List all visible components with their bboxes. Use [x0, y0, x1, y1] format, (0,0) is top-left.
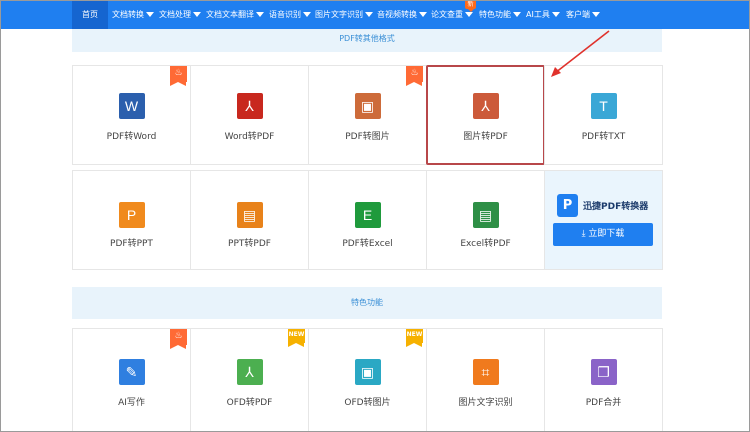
merge-icon: ❐	[590, 359, 617, 385]
nav-item-translate[interactable]: 文档文本翻译	[206, 1, 264, 29]
tool-label: PDF转TXT	[581, 132, 626, 142]
tool-label: 图片文字识别	[458, 398, 513, 408]
nav-item-label: AI工具	[526, 10, 550, 19]
ofd-pdf-icon: ⅄	[236, 359, 263, 385]
section-title: PDF转其他格式	[339, 34, 395, 43]
chevron-down-icon	[193, 12, 201, 17]
tool-label: PDF转Excel	[342, 239, 393, 249]
chevron-down-icon	[256, 12, 264, 17]
nav-item-label: 特色功能	[479, 10, 511, 19]
promo-brand: 迅捷PDF转换器	[583, 202, 649, 212]
nav-item-label: 客户端	[566, 10, 590, 19]
tool-label: Word转PDF	[224, 132, 275, 142]
fire-icon: ♨	[406, 66, 423, 86]
nav-item-label: 论文查重	[431, 10, 463, 19]
ppt-icon: P	[118, 202, 145, 228]
tool-card-pdf-to-ppt[interactable]: P PDF转PPT	[72, 170, 191, 270]
chevron-down-icon	[592, 12, 600, 17]
txt-icon: T	[590, 93, 617, 119]
tool-card-ai-writing[interactable]: ♨ ✎ AI写作	[72, 328, 191, 431]
nav-item-label: 音视频转换	[377, 10, 417, 19]
nav-item-client[interactable]: 客户端	[566, 1, 600, 29]
tool-card-word-to-pdf[interactable]: ⅄ Word转PDF	[190, 65, 309, 165]
excel-icon: E	[354, 202, 381, 228]
download-label: 立即下载	[588, 229, 625, 239]
excel-pdf-icon: ▤	[472, 202, 499, 228]
nav-item-doc-process[interactable]: 文档处理	[159, 1, 201, 29]
tool-card-pdf-to-image[interactable]: ♨ ▣ PDF转图片	[308, 65, 427, 165]
image-icon: ▣	[354, 93, 381, 119]
tool-label: PDF转图片	[345, 132, 390, 142]
section-header-features: 特色功能	[72, 287, 662, 319]
nav-item-ai-tools[interactable]: AI工具	[526, 1, 560, 29]
new-badge: 新	[465, 1, 476, 12]
tool-label: PDF转Word	[106, 132, 157, 142]
tool-card-excel-to-pdf[interactable]: ▤ Excel转PDF	[426, 170, 545, 270]
download-button[interactable]: ⤓ 立即下载	[553, 223, 653, 246]
tool-label: 图片转PDF	[463, 132, 508, 142]
word-icon: W	[118, 93, 145, 119]
tool-card-ofd-to-pdf[interactable]: NEW ⅄ OFD转PDF	[190, 328, 309, 431]
tool-label: Excel转PDF	[460, 239, 511, 249]
chevron-down-icon	[303, 12, 311, 17]
nav-item-label: 文档转换	[112, 10, 144, 19]
tool-card-pdf-merge[interactable]: ❐ PDF合并	[544, 328, 663, 431]
nav-item-av-convert[interactable]: 音视频转换	[377, 1, 427, 29]
pdf-icon: ⅄	[236, 93, 263, 119]
tool-label: AI写作	[118, 398, 145, 408]
chevron-down-icon	[419, 12, 427, 17]
tool-card-ofd-to-image[interactable]: NEW ▣ OFD转图片	[308, 328, 427, 431]
scan-icon: ⌗	[472, 359, 499, 385]
nav-item-plagiarism[interactable]: 论文查重新	[431, 1, 476, 29]
nav-item-label: 图片文字识别	[315, 10, 363, 19]
tool-card-image-to-pdf[interactable]: ⅄ 图片转PDF	[426, 65, 545, 165]
chevron-down-icon	[365, 12, 373, 17]
tool-card-pdf-to-word[interactable]: ♨ W PDF转Word	[72, 65, 191, 165]
browser-viewport: 首页 文档转换 文档处理 文档文本翻译 语音识别 图片文字识别 音视频转换 论文…	[0, 0, 750, 432]
pdf-icon: ⅄	[472, 93, 499, 119]
app-logo-icon: P	[557, 194, 578, 217]
nav-item-features[interactable]: 特色功能	[479, 1, 521, 29]
section-title: 特色功能	[351, 298, 383, 307]
chevron-down-icon	[146, 12, 154, 17]
chevron-down-icon	[551, 12, 560, 17]
tool-label: PPT转PDF	[228, 239, 271, 249]
download-promo: P 迅捷PDF转换器 ⤓ 立即下载	[544, 170, 663, 270]
tool-card-image-ocr[interactable]: ⌗ 图片文字识别	[426, 328, 545, 431]
nav-item-label: 首页	[82, 10, 98, 19]
nav-item-label: 文档文本翻译	[206, 10, 254, 19]
fire-icon: ♨	[170, 66, 187, 86]
ppt-pdf-icon: ▤	[236, 202, 263, 228]
download-icon: ⤓	[581, 229, 586, 239]
chevron-down-icon	[465, 12, 473, 17]
tool-label: OFD转PDF	[226, 398, 273, 408]
top-nav: 首页 文档转换 文档处理 文档文本翻译 语音识别 图片文字识别 音视频转换 论文…	[1, 1, 749, 29]
nav-item-home[interactable]: 首页	[72, 1, 108, 29]
tool-card-ppt-to-pdf[interactable]: ▤ PPT转PDF	[190, 170, 309, 270]
ofd-image-icon: ▣	[354, 359, 381, 385]
nav-item-speech[interactable]: 语音识别	[269, 1, 311, 29]
nav-item-label: 文档处理	[159, 10, 191, 19]
new-tag-icon: NEW	[406, 329, 423, 347]
nav-item-doc-convert[interactable]: 文档转换	[112, 1, 154, 29]
tool-label: PDF合并	[585, 398, 622, 408]
annotation-arrow-icon	[551, 30, 610, 77]
chevron-down-icon	[513, 12, 521, 17]
tool-label: OFD转图片	[344, 398, 391, 408]
pen-icon: ✎	[118, 359, 145, 385]
nav-item-ocr[interactable]: 图片文字识别	[315, 1, 373, 29]
fire-icon: ♨	[170, 329, 187, 349]
tool-card-pdf-to-excel[interactable]: E PDF转Excel	[308, 170, 427, 270]
tool-label: PDF转PPT	[110, 239, 153, 249]
nav-item-label: 语音识别	[269, 10, 301, 19]
new-tag-icon: NEW	[288, 329, 305, 347]
